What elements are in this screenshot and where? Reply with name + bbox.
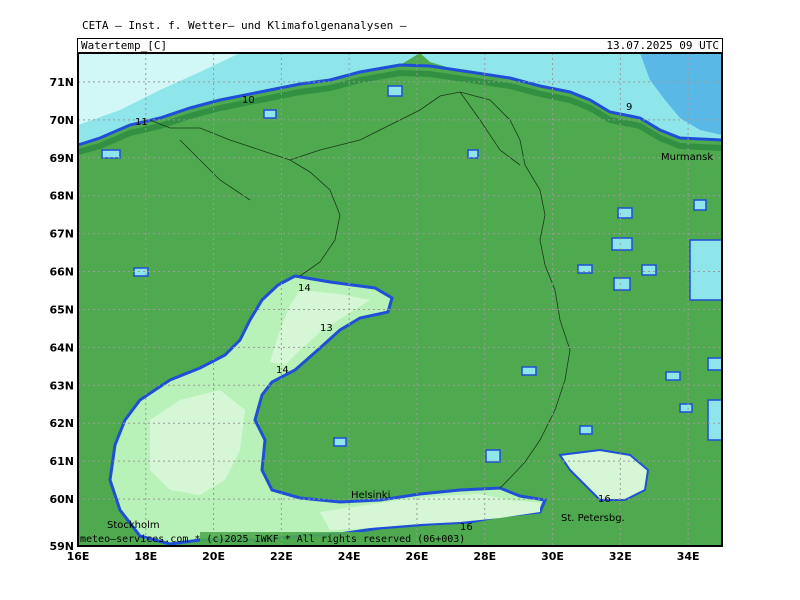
lon-tick-label: 30E [541, 550, 564, 563]
lon-tick-label: 32E [609, 550, 632, 563]
contour-label: 14 [276, 365, 289, 376]
lon-tick-labels: 16E 18E 20E 22E 24E 26E 28E 30E 32E 34E [67, 550, 700, 563]
credit-text: meteo—services.com * (c)2025 IWKF * All … [80, 534, 466, 545]
lat-tick-label: 65N [49, 303, 74, 316]
lon-tick-label: 20E [202, 550, 225, 563]
lon-tick-label: 34E [677, 550, 700, 563]
lon-tick-label: 26E [406, 550, 429, 563]
contour-label: 16 [598, 494, 611, 505]
city-label-stockholm: Stockholm [107, 520, 160, 531]
lat-tick-label: 64N [49, 341, 74, 354]
lon-tick-label: 24E [338, 550, 361, 563]
contour-label: 9 [626, 102, 632, 113]
lat-tick-label: 69N [49, 152, 74, 165]
city-label-murmansk: Murmansk [661, 152, 713, 163]
lat-tick-label: 63N [49, 379, 74, 392]
city-label-st-petersburg: St. Petersbg. [561, 513, 625, 524]
contour-label: 10 [242, 95, 255, 106]
lat-tick-label: 67N [49, 228, 74, 241]
lat-tick-label: 60N [49, 493, 74, 506]
lat-tick-label: 70N [49, 114, 74, 127]
lon-tick-label: 22E [270, 550, 293, 563]
lat-tick-labels: 71N70N69N68N67N66N65N64N63N62N61N60N59N [49, 76, 74, 553]
lon-tick-label: 28E [473, 550, 496, 563]
lat-tick-label: 71N [49, 76, 74, 89]
contour-label: 13 [320, 323, 333, 334]
city-label-helsinki: Helsinki [351, 490, 390, 501]
lat-tick-label: 61N [49, 455, 74, 468]
contour-label: 16 [460, 522, 473, 533]
contour-label: 14 [298, 283, 311, 294]
lon-tick-label: 18E [134, 550, 157, 563]
lat-tick-label: 68N [49, 190, 74, 203]
map-canvas: 71N70N69N68N67N66N65N64N63N62N61N60N59N … [49, 52, 723, 563]
lat-tick-label: 62N [49, 417, 74, 430]
lat-tick-label: 66N [49, 266, 74, 279]
contour-label: 11 [135, 117, 148, 128]
lon-tick-label: 16E [67, 550, 90, 563]
